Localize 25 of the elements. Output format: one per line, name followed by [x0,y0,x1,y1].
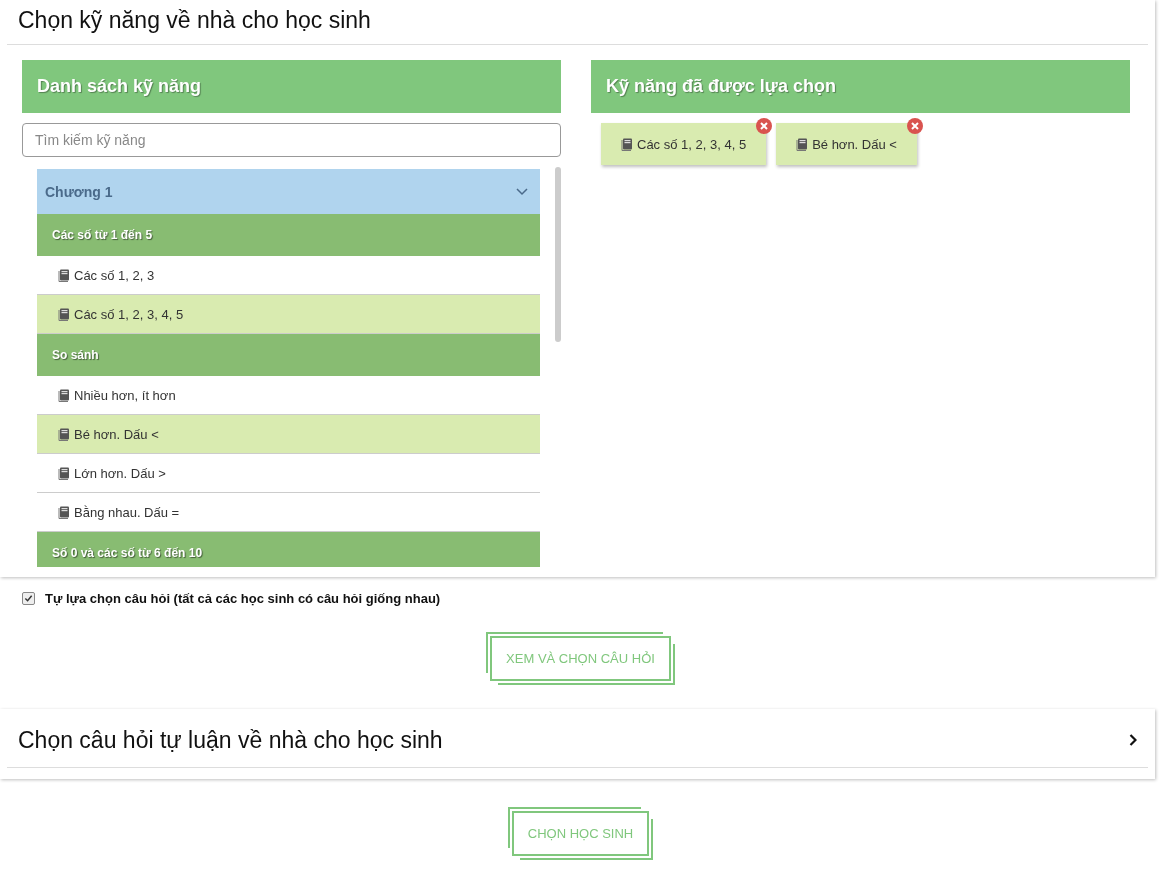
book-icon [58,307,70,321]
panel-header: Kỹ năng đã được lựa chọn [591,60,1130,113]
book-icon [58,388,70,402]
chapter-header[interactable]: Chương 1 [37,169,540,214]
chevron-icon[interactable] [1129,734,1137,746]
book-icon [796,137,809,151]
book-icon [58,505,70,519]
section-title: Chọn kỹ năng về nhà cho học sinh [7,0,1148,45]
selected-skill-chip: Bé hơn. Dấu < [776,123,917,165]
book-icon [58,427,70,441]
panel-header: Danh sách kỹ năng [22,60,561,113]
section-title: Chọn câu hỏi tự luận về nhà cho học sinh [18,726,443,754]
checkbox-label: Tự lựa chọn câu hỏi (tất cả các học sinh có câu hỏi giống nhau) [45,591,441,606]
book-icon [58,466,70,480]
search-field[interactable]: Tìm kiếm kỹ năng [22,123,561,157]
skill-item[interactable]: Các số 1, 2, 3, 4, 5 [37,295,540,334]
scrollbar[interactable] [555,167,561,342]
book-icon [58,268,70,282]
checkbox[interactable] [22,592,35,605]
chevron-icon [516,187,528,196]
selected-skill-chip: Các số 1, 2, 3, 4, 5 [601,123,767,165]
book-icon [621,137,633,151]
remove-icon[interactable] [906,118,923,134]
skill-item[interactable]: Bé hơn. Dấu < [37,415,540,454]
remove-icon[interactable] [756,118,773,134]
